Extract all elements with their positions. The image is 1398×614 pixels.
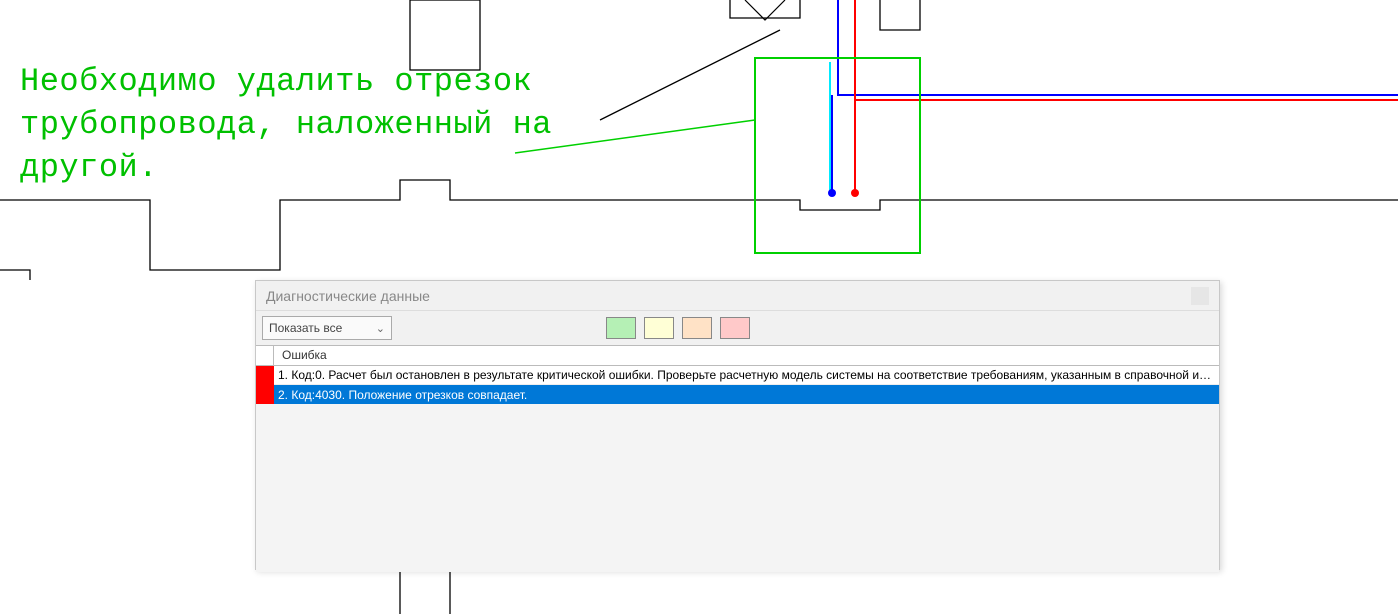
row-severity-flag bbox=[256, 385, 274, 404]
annotation-line2: трубопровода, наложенный на bbox=[20, 103, 600, 146]
severity-ok-icon[interactable] bbox=[606, 317, 636, 339]
errors-grid: Ошибка 1. Код:0. Расчет был остановлен в… bbox=[256, 345, 1219, 572]
filter-dropdown[interactable]: Показать все ⌄ bbox=[262, 316, 392, 340]
table-row[interactable]: 1. Код:0. Расчет был остановлен в резуль… bbox=[256, 366, 1219, 385]
close-icon[interactable] bbox=[1191, 287, 1209, 305]
annotation-line1: Необходимо удалить отрезок bbox=[20, 60, 600, 103]
annotation-text: Необходимо удалить отрезок трубопровода,… bbox=[20, 60, 600, 190]
grid-body[interactable]: 1. Код:0. Расчет был остановлен в резуль… bbox=[256, 366, 1219, 572]
table-row[interactable]: 2. Код:4030. Положение отрезков совпадае… bbox=[256, 385, 1219, 404]
row-message: 1. Код:0. Расчет был остановлен в резуль… bbox=[274, 368, 1219, 382]
severity-legend bbox=[606, 317, 750, 339]
grid-header-flag bbox=[256, 346, 274, 365]
severity-error-icon[interactable] bbox=[720, 317, 750, 339]
row-message: 2. Код:4030. Положение отрезков совпадае… bbox=[274, 388, 1219, 402]
diagnostics-panel: Диагностические данные Показать все ⌄ Ош… bbox=[255, 280, 1220, 570]
panel-titlebar[interactable]: Диагностические данные bbox=[256, 281, 1219, 311]
panel-toolbar: Показать все ⌄ bbox=[256, 311, 1219, 345]
grid-header: Ошибка bbox=[256, 346, 1219, 366]
severity-warning-icon[interactable] bbox=[682, 317, 712, 339]
grid-header-text: Ошибка bbox=[274, 346, 1219, 365]
chevron-down-icon: ⌄ bbox=[376, 322, 385, 335]
severity-note-icon[interactable] bbox=[644, 317, 674, 339]
panel-title-text: Диагностические данные bbox=[266, 281, 430, 311]
row-severity-flag bbox=[256, 366, 274, 385]
filter-dropdown-label: Показать все bbox=[269, 321, 342, 335]
annotation-line3: другой. bbox=[20, 146, 600, 189]
